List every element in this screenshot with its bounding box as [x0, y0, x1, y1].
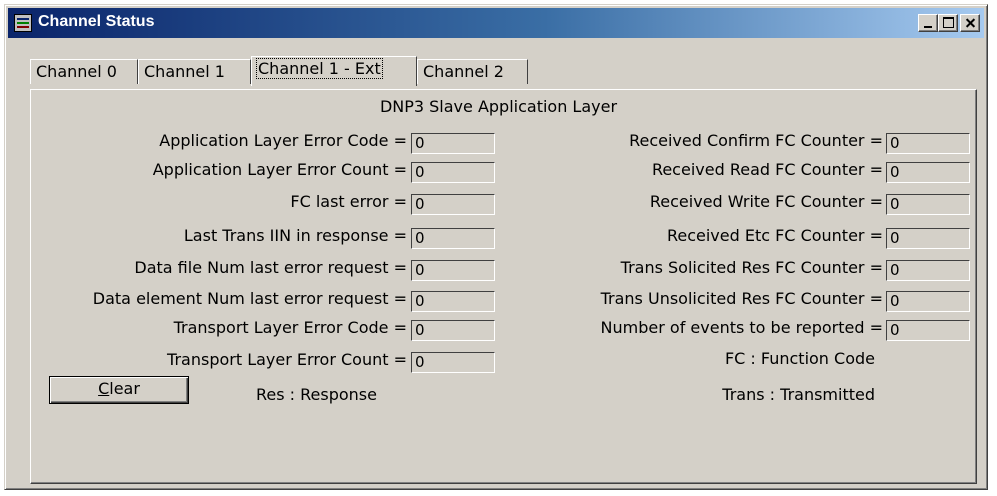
received-confirm-fc-label: Received Confirm FC Counter = [629, 131, 883, 150]
transport-error-count-label: Transport Layer Error Count = [167, 350, 407, 369]
fc-legend-note: FC : Function Code [724, 349, 875, 368]
trans-solicited-res-fc-field[interactable]: 0 [886, 260, 970, 281]
received-confirm-fc-field[interactable]: 0 [886, 133, 970, 154]
tab-channel-0[interactable]: Channel 0 [30, 59, 138, 84]
trans-legend-note: Trans : Transmitted [722, 385, 875, 404]
received-write-fc-field[interactable]: 0 [886, 194, 970, 215]
data-element-num-field[interactable]: 0 [411, 291, 495, 312]
title-bar[interactable]: Channel Status [8, 8, 984, 38]
fc-last-error-field[interactable]: 0 [411, 194, 495, 215]
app-layer-error-code-field[interactable]: 0 [411, 133, 495, 154]
last-trans-iin-field[interactable]: 0 [411, 228, 495, 249]
panel-title: DNP3 Slave Application Layer [379, 97, 618, 116]
close-icon[interactable] [960, 14, 980, 32]
tab-label: Channel 0 [36, 62, 117, 81]
transport-error-count-field[interactable]: 0 [411, 352, 495, 373]
trans-solicited-res-fc-label: Trans Solicited Res FC Counter = [620, 258, 883, 277]
tab-label: Channel 2 [423, 62, 504, 81]
trans-unsolicited-res-fc-label: Trans Unsolicited Res FC Counter = [600, 289, 883, 308]
data-element-num-label: Data element Num last error request = [92, 289, 407, 308]
events-to-report-label: Number of events to be reported = [600, 318, 883, 337]
data-file-num-field[interactable]: 0 [411, 260, 495, 281]
clear-button-mnemonic: C [98, 379, 110, 398]
tab-channel-2[interactable]: Channel 2 [417, 59, 528, 84]
maximize-icon[interactable] [938, 14, 958, 32]
transport-error-code-field[interactable]: 0 [411, 320, 495, 341]
app-layer-error-code-label: Application Layer Error Code = [159, 131, 407, 150]
window-title: Channel Status [38, 13, 155, 30]
res-legend-note: Res : Response [256, 385, 377, 404]
received-etc-fc-label: Received Etc FC Counter = [666, 226, 883, 245]
received-etc-fc-field[interactable]: 0 [886, 228, 970, 249]
trans-unsolicited-res-fc-field[interactable]: 0 [886, 291, 970, 312]
tab-channel-1-ext[interactable]: Channel 1 - Ext [251, 56, 417, 86]
received-read-fc-field[interactable]: 0 [886, 162, 970, 183]
received-read-fc-label: Received Read FC Counter = [651, 160, 883, 179]
events-to-report-field[interactable]: 0 [886, 320, 970, 341]
app-layer-error-count-label: Application Layer Error Count = [152, 160, 407, 179]
tab-label: Channel 1 - Ext [256, 58, 383, 79]
transport-error-code-label: Transport Layer Error Code = [173, 318, 407, 337]
tab-label: Channel 1 [144, 62, 225, 81]
minimize-icon[interactable] [918, 14, 938, 32]
app-layer-error-count-field[interactable]: 0 [411, 162, 495, 183]
data-file-num-label: Data file Num last error request = [134, 258, 407, 277]
clear-button-label: lear [109, 379, 140, 398]
channel-status-app-icon[interactable] [14, 14, 32, 32]
last-trans-iin-label: Last Trans IIN in response = [183, 226, 407, 245]
received-write-fc-label: Received Write FC Counter = [649, 192, 883, 211]
tab-channel-1[interactable]: Channel 1 [138, 59, 251, 84]
fc-last-error-label: FC last error = [290, 192, 407, 211]
clear-button[interactable]: Clear [49, 376, 189, 404]
